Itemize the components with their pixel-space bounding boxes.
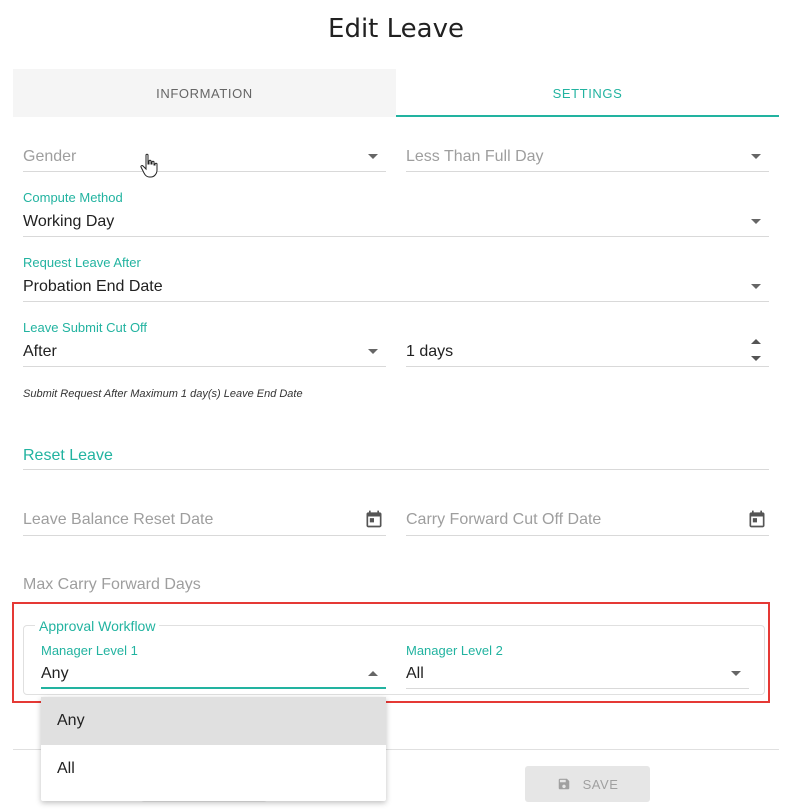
decrement-icon[interactable] [751,356,761,361]
less-than-full-day-select[interactable]: Less Than Full Day [406,140,769,172]
gender-select[interactable]: Gender [23,140,386,172]
carry-forward-cut-off-date-field[interactable]: Carry Forward Cut Off Date [406,504,769,536]
manager-level-1-dropdown: Any All [41,697,386,801]
cut-off-days-input[interactable]: 1 days [406,320,769,367]
tab-settings[interactable]: SETTINGS [396,69,779,117]
highlight-box [12,602,770,703]
tab-information[interactable]: INFORMATION [13,69,396,117]
reset-leave-label: Reset Leave [23,447,113,464]
reset-leave-heading: Reset Leave [23,446,769,470]
cut-off-days-value: 1 days [406,343,454,360]
dropdown-option-any[interactable]: Any [41,697,386,745]
compute-method-label: Compute Method [23,190,123,205]
max-carry-forward-days-placeholder: Max Carry Forward Days [23,576,201,593]
request-leave-after-select[interactable]: Request Leave After Probation End Date [23,255,769,302]
request-leave-after-value: Probation End Date [23,278,163,295]
max-carry-forward-days-input[interactable]: Max Carry Forward Days [23,569,769,600]
chevron-down-icon [368,154,378,159]
save-button[interactable]: SAVE [525,766,650,802]
tab-bar: INFORMATION SETTINGS [13,69,779,117]
leave-submit-cut-off-label: Leave Submit Cut Off [23,320,148,335]
calendar-icon[interactable] [747,509,767,529]
chevron-down-icon [751,219,761,224]
pointer-cursor-icon [140,153,158,178]
compute-method-select[interactable]: Compute Method Working Day [23,190,769,237]
save-button-label: SAVE [582,776,619,792]
page-title: Edit Leave [328,14,464,44]
chevron-down-icon [751,284,761,289]
leave-balance-reset-date-field[interactable]: Leave Balance Reset Date [23,504,386,536]
save-icon [558,778,569,790]
gender-placeholder: Gender [23,148,77,165]
chevron-down-icon [751,154,761,159]
cut-off-hint: Submit Request After Maximum 1 day(s) Le… [23,388,303,400]
carry-forward-cut-off-date-placeholder: Carry Forward Cut Off Date [406,511,602,528]
calendar-icon[interactable] [364,509,384,529]
dropdown-option-all[interactable]: All [41,745,386,793]
leave-balance-reset-date-placeholder: Leave Balance Reset Date [23,511,214,528]
compute-method-value: Working Day [23,213,115,230]
chevron-down-icon [368,349,378,354]
leave-submit-cut-off-value: After [23,343,57,360]
less-than-full-day-placeholder: Less Than Full Day [406,148,544,165]
increment-icon[interactable] [751,339,761,344]
request-leave-after-label: Request Leave After [23,255,141,270]
leave-submit-cut-off-select[interactable]: Leave Submit Cut Off After [23,320,386,367]
